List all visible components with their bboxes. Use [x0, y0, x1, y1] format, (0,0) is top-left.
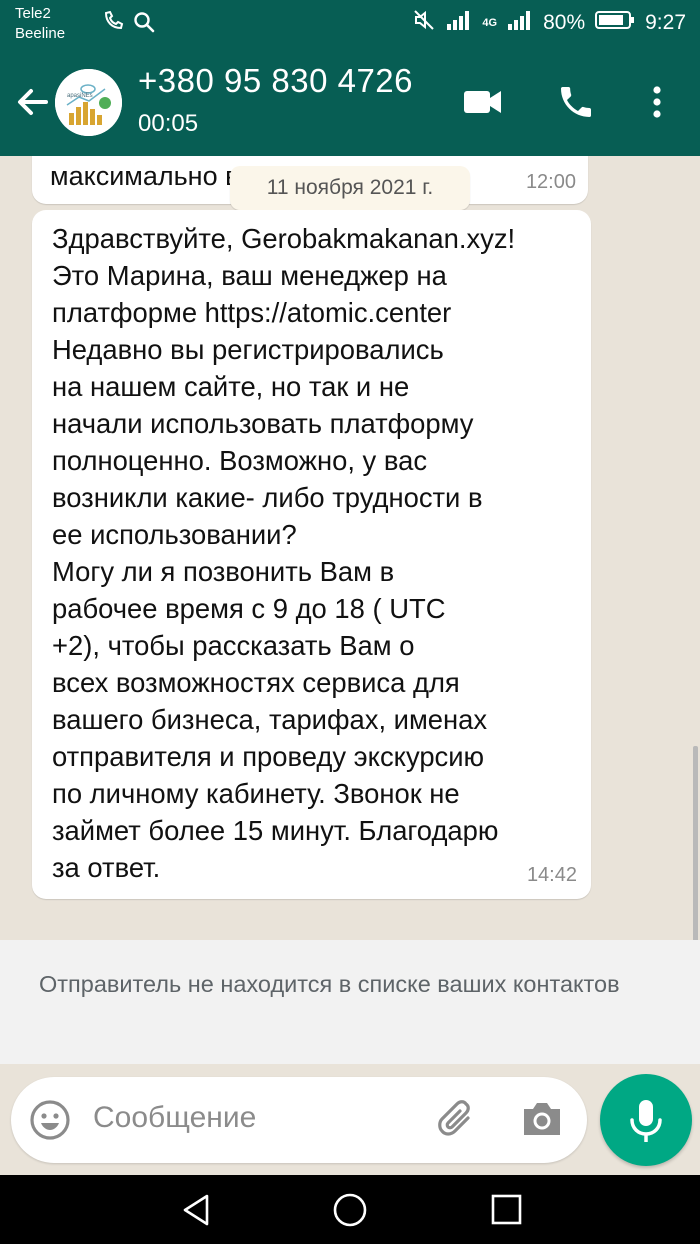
network-type: 4G: [482, 17, 498, 29]
battery-percent: 80%: [543, 11, 586, 34]
date-chip: 11 ноября 2021 г.: [230, 166, 470, 210]
chat-area[interactable]: максимально выгодно? 12:00 11 ноября 202…: [0, 156, 700, 940]
battery-icon: [595, 10, 635, 36]
system-navigation-bar: [0, 1175, 700, 1244]
search-icon: [132, 10, 156, 39]
wifi-calling-icon: [100, 10, 124, 39]
back-arrow-icon[interactable]: [12, 82, 52, 127]
emoji-icon[interactable]: [28, 1098, 72, 1147]
carriers: Tele2 Beeline: [15, 4, 65, 44]
message-composer: Сообщение: [11, 1077, 587, 1163]
nav-home-icon[interactable]: [332, 1192, 368, 1233]
more-vert-icon[interactable]: [642, 82, 672, 127]
video-call-icon[interactable]: [462, 82, 504, 127]
status-bar: Tele2 Beeline 4G 80% 9:27: [0, 0, 700, 48]
carrier-1: Tele2: [15, 5, 51, 22]
status-right: 4G 80% 9:27: [412, 8, 686, 38]
message-bubble[interactable]: Здравствуйте, Gerobakmakanan.xyz! Это Ма…: [32, 210, 591, 899]
contact-subtitle: 00:05: [138, 110, 199, 137]
contact-name[interactable]: +380 95 830 4726: [138, 62, 413, 100]
scrollbar[interactable]: [693, 746, 698, 940]
voice-message-button[interactable]: [600, 1074, 692, 1166]
carrier-2: Beeline: [15, 25, 66, 42]
signal-icon: [446, 8, 472, 38]
mic-icon: [626, 1098, 666, 1149]
message-input[interactable]: Сообщение: [93, 1101, 256, 1135]
mute-icon: [412, 8, 436, 38]
signal-icon-2: [507, 8, 533, 38]
phone-icon[interactable]: [556, 82, 596, 127]
previous-message-time: 12:00: [525, 171, 576, 193]
message-time: 14:42: [526, 864, 577, 886]
nav-recents-icon[interactable]: [489, 1192, 525, 1233]
message-text: Здравствуйте, Gerobakmakanan.xyz! Это Ма…: [52, 223, 516, 883]
camera-icon[interactable]: [520, 1099, 564, 1144]
unknown-sender-notice: Отправитель не находится в списке ваших …: [0, 940, 700, 1064]
attach-icon[interactable]: [435, 1098, 481, 1149]
clock: 9:27: [645, 11, 686, 34]
status-left-icons: [100, 10, 156, 39]
avatar[interactable]: apasiNEs: [55, 69, 122, 136]
unknown-sender-text: Отправитель не находится в списке ваших …: [39, 971, 620, 997]
nav-back-icon[interactable]: [179, 1192, 215, 1233]
chat-header: apasiNEs +380 95 830 4726 00:05: [0, 48, 700, 156]
avatar-label: apasiNEs: [67, 93, 93, 99]
